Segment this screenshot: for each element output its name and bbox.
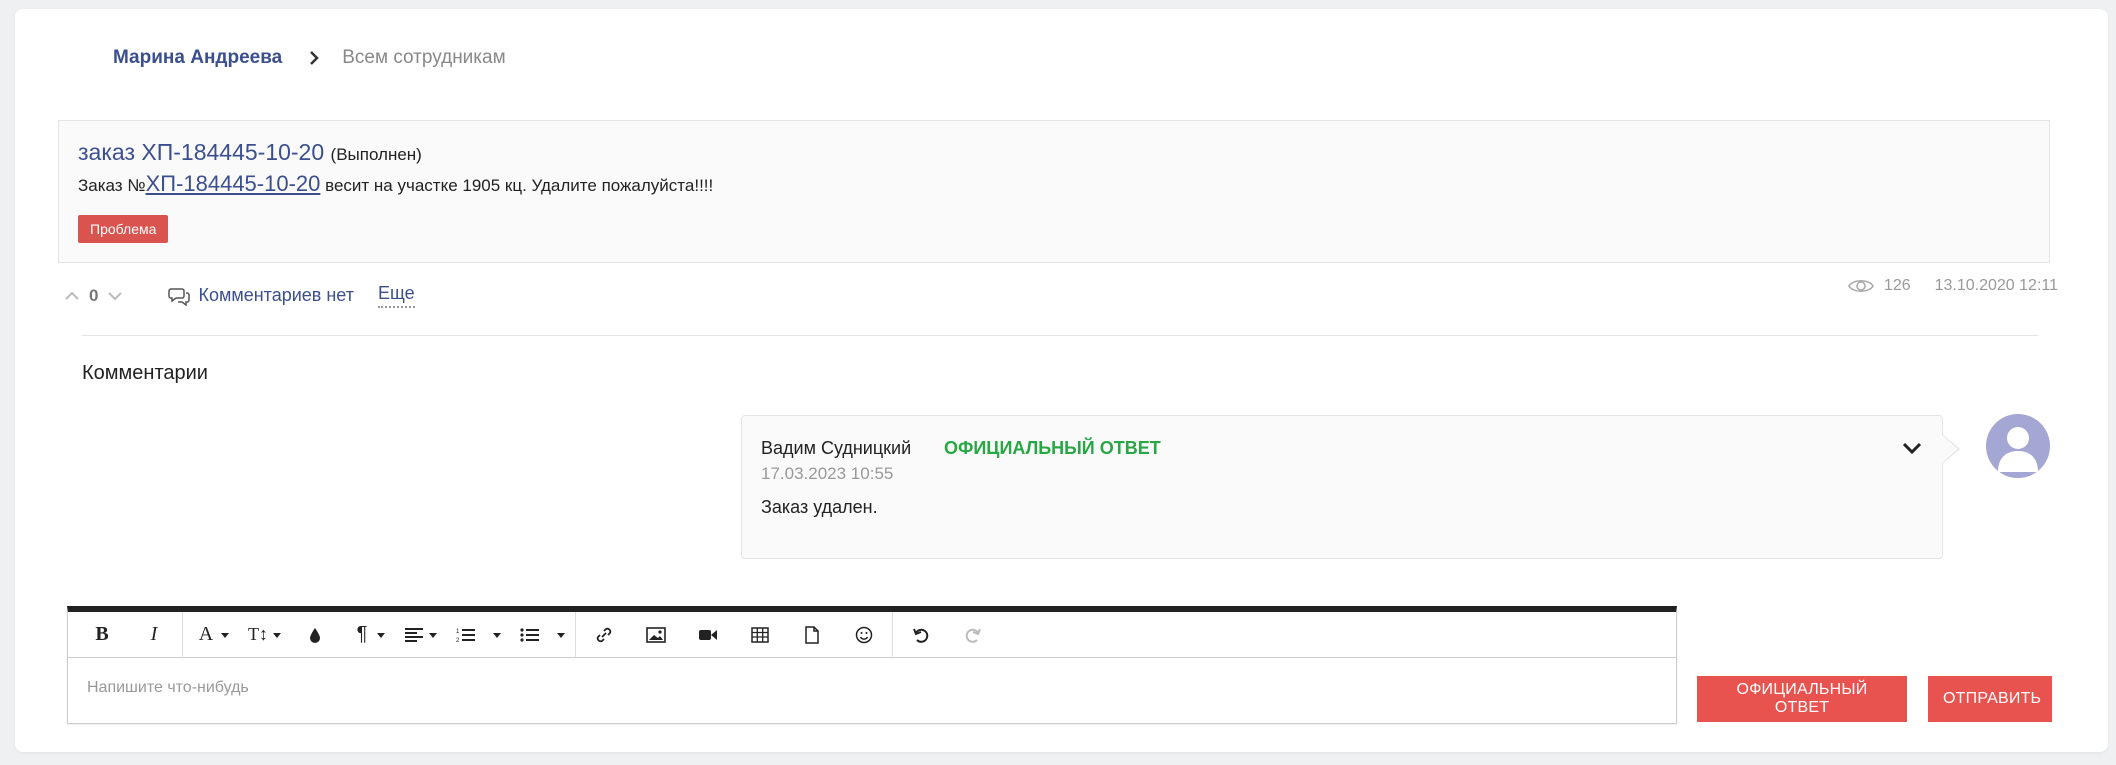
breadcrumb-author[interactable]: Марина Андреева xyxy=(113,47,282,69)
comment-card: Вадим Судницкий ОФИЦИАЛЬНЫЙ ОТВЕТ 17.03.… xyxy=(741,415,1943,559)
video-icon[interactable] xyxy=(682,612,734,658)
comment-input[interactable] xyxy=(68,658,1676,718)
breadcrumb-target: Всем сотрудникам xyxy=(342,47,506,68)
downvote-icon[interactable] xyxy=(106,287,124,305)
upvote-icon[interactable] xyxy=(63,287,81,305)
more-link[interactable]: Еще xyxy=(377,283,415,308)
font-size-icon[interactable]: T↕ xyxy=(237,612,289,658)
views-count: 126 xyxy=(1883,277,1911,294)
comments-label: Комментариев нет xyxy=(198,285,354,305)
avatar[interactable] xyxy=(1986,414,2050,478)
toolbar-separator xyxy=(575,611,576,658)
toolbar-separator xyxy=(892,611,893,658)
comment-author[interactable]: Вадим Судницкий xyxy=(761,438,911,459)
comment-text: Заказ удален. xyxy=(761,497,878,517)
file-icon[interactable] xyxy=(786,612,838,658)
divider xyxy=(82,335,2038,336)
post-meta: 126 13.10.2020 12:11 xyxy=(1847,277,2058,295)
comments-title: Комментарии xyxy=(82,362,208,384)
redo-icon[interactable] xyxy=(947,612,999,658)
toolbar-separator xyxy=(182,611,183,658)
comment-date: 17.03.2023 10:55 xyxy=(761,464,894,483)
eye-icon xyxy=(1847,279,1874,293)
ordered-list-icon[interactable]: 12 xyxy=(445,612,509,658)
bold-icon[interactable]: B xyxy=(76,612,128,658)
official-badge: ОФИЦИАЛЬНЫЙ ОТВЕТ xyxy=(944,438,1161,458)
problem-tag[interactable]: Проблема xyxy=(78,215,169,243)
svg-text:2: 2 xyxy=(456,638,460,643)
post-body: Заказ №ХП-184445-10-20 весит на участке … xyxy=(78,171,713,197)
post-body-prefix: Заказ № xyxy=(78,176,146,195)
post-status: (Выполнен) xyxy=(330,145,422,164)
link-icon[interactable] xyxy=(578,612,630,658)
fill-color-icon[interactable] xyxy=(289,612,341,658)
emoji-icon[interactable] xyxy=(838,612,890,658)
post-actions: 0 Комментариев нет Еще xyxy=(63,283,415,308)
order-link[interactable]: ХП-184445-10-20 xyxy=(146,171,321,196)
user-icon xyxy=(1998,427,2038,472)
svg-text:1: 1 xyxy=(456,629,460,635)
comments-icon xyxy=(168,287,191,306)
breadcrumb: Марина Андреева Всем сотрудникам xyxy=(113,47,506,69)
vote-count: 0 xyxy=(89,285,99,305)
chevron-right-icon xyxy=(310,51,320,65)
official-reply-button[interactable]: ОФИЦИАЛЬНЫЙ ОТВЕТ xyxy=(1697,676,1907,722)
undo-icon[interactable] xyxy=(895,612,947,658)
chevron-down-icon[interactable] xyxy=(1900,436,1924,460)
post-card: заказ ХП-184445-10-20 (Выполнен) Заказ №… xyxy=(58,120,2050,263)
italic-icon[interactable]: I xyxy=(128,612,180,658)
post-title-text[interactable]: заказ ХП-184445-10-20 xyxy=(78,139,324,165)
unordered-list-icon[interactable] xyxy=(509,612,573,658)
post-title[interactable]: заказ ХП-184445-10-20 (Выполнен) xyxy=(78,139,422,166)
post-body-suffix: весит на участке 1905 кц. Удалите пожалу… xyxy=(320,176,714,195)
views: 126 xyxy=(1847,277,1911,295)
paragraph-icon[interactable]: ¶ xyxy=(341,612,393,658)
editor-toolbar: B I A T↕ ¶ 12 xyxy=(68,611,1676,658)
comments-link[interactable]: Комментариев нет xyxy=(168,285,354,306)
font-color-icon[interactable]: A xyxy=(185,612,237,658)
table-icon[interactable] xyxy=(734,612,786,658)
comment-editor: B I A T↕ ¶ 12 xyxy=(67,606,1677,724)
align-icon[interactable] xyxy=(393,612,445,658)
post-datetime: 13.10.2020 12:11 xyxy=(1934,277,2058,294)
comment-pointer-inner xyxy=(1942,435,1958,463)
send-button[interactable]: ОТПРАВИТЬ xyxy=(1928,676,2052,722)
image-icon[interactable] xyxy=(630,612,682,658)
